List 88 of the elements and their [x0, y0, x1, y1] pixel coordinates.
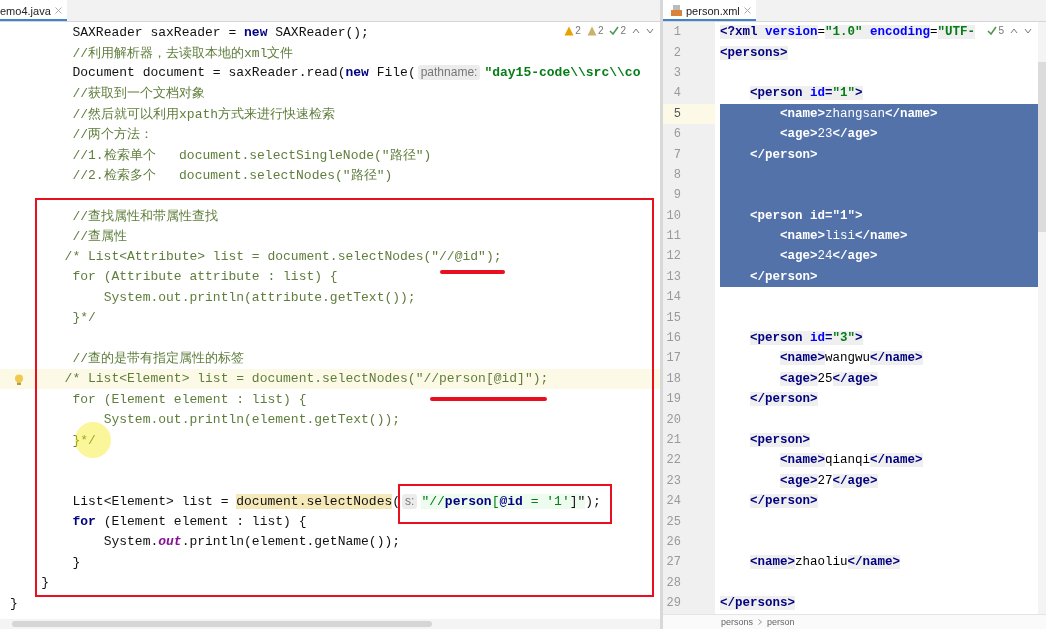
- line-number: 29: [665, 595, 682, 613]
- line-number: 19: [665, 391, 682, 409]
- line-number: 9: [672, 187, 682, 205]
- code-line: //然后就可以利用xpath方式来进行快速检索: [72, 105, 336, 123]
- line-number: 6: [672, 126, 682, 144]
- code-line: //查找属性和带属性查找: [72, 207, 219, 225]
- xml-file-icon: [671, 5, 682, 16]
- code-line: //查的是带有指定属性的标签: [72, 350, 245, 368]
- line-number: 25: [665, 513, 682, 531]
- line-number: 12: [665, 248, 682, 266]
- check-icon: [609, 25, 620, 36]
- code-line: <age>27</age>: [780, 473, 878, 488]
- inspection-count[interactable]: 2: [597, 25, 604, 36]
- line-number: 3: [672, 64, 682, 82]
- code-line: //利用解析器，去读取本地的xml文件: [72, 44, 294, 62]
- code-line: <name>zhaoliu</name>: [750, 555, 901, 570]
- code-line: <name>wangwu</name>: [780, 351, 923, 366]
- code-line: System.out.println(element.getText());: [103, 412, 401, 428]
- inspection-count[interactable]: 5: [998, 25, 1004, 36]
- code-line: }: [41, 575, 50, 591]
- code-line: Document document = saxReader.read(new File( pathname: "day15-code\\src\\co: [72, 65, 641, 81]
- code-line: <name>lisi</name>: [780, 229, 908, 244]
- line-number: 14: [665, 289, 682, 307]
- line-number: 17: [665, 350, 682, 368]
- line-number: 4: [672, 85, 682, 103]
- code-line: }: [10, 595, 18, 611]
- line-number: 15: [665, 309, 682, 327]
- line-number: 20: [665, 411, 682, 429]
- line-number: 5: [663, 103, 715, 124]
- close-icon[interactable]: [743, 7, 751, 14]
- underline-mark: [440, 270, 505, 274]
- inspection-count[interactable]: 2: [575, 25, 581, 36]
- line-number: 27: [665, 554, 682, 572]
- code-line: //查属性: [72, 228, 128, 246]
- warning-icon: [564, 25, 575, 36]
- code-line: <age>24</age>: [780, 249, 878, 264]
- scrollbar-thumb[interactable]: [12, 621, 432, 627]
- code-line: System.out.println(element.getName());: [103, 534, 401, 550]
- code-line: /* List<Element> list = document.selectNodes("//person[@id]");: [64, 371, 549, 387]
- code-line: }: [72, 554, 81, 570]
- line-number: 22: [665, 452, 682, 470]
- inspection-count[interactable]: 2: [620, 25, 626, 36]
- code-line: SAXReader saxReader = new SAXReader();: [72, 24, 369, 40]
- line-number: 16: [665, 330, 682, 348]
- line-number: 28: [665, 574, 682, 592]
- close-icon[interactable]: [54, 7, 62, 14]
- code-line: <person id="1">: [750, 208, 863, 223]
- code-line: /* List<Attribute> list = document.selectNodes("//@id");: [64, 249, 502, 264]
- line-number: 1: [672, 24, 682, 42]
- code-line: <person id="1">: [750, 86, 863, 101]
- check-icon: [987, 25, 998, 36]
- code-line: </person>: [750, 269, 818, 284]
- warning-icon: [586, 25, 597, 36]
- code-line: for (Element element : list) {: [72, 391, 307, 407]
- code-line: <age>23</age>: [780, 127, 878, 142]
- code-line: <person id="3">: [750, 331, 863, 346]
- code-line: System.out.println(attribute.getText());: [103, 289, 416, 305]
- code-line: <?xml version="1.0" encoding="UTF-: [720, 25, 976, 40]
- code-line: </person>: [750, 147, 818, 162]
- breadcrumb[interactable]: persons: [721, 617, 754, 627]
- line-number: 23: [665, 472, 682, 490]
- code-line: //两个方法：: [72, 126, 154, 144]
- code-line: for (Element element : list) {: [72, 514, 307, 530]
- line-number: 18: [665, 370, 682, 388]
- code-line: //获取到一个文档对象: [72, 85, 206, 103]
- line-number: 7: [672, 146, 682, 164]
- code-line: }*/: [72, 310, 96, 326]
- code-line: <age>25</age>: [780, 371, 878, 386]
- line-number: 24: [665, 493, 682, 511]
- chevron-icon: [758, 619, 763, 625]
- code-line: //2.检索多个 document.selectNodes("路径"): [72, 166, 393, 184]
- code-line: <name>zhangsan</name>: [780, 106, 938, 121]
- lightbulb-icon[interactable]: [14, 374, 24, 386]
- line-number: 26: [665, 533, 682, 551]
- code-line: //1.检索单个 document.selectSingleNode("路径"): [72, 146, 432, 164]
- line-number: 8: [672, 166, 682, 184]
- line-number: 13: [665, 268, 682, 286]
- breadcrumb[interactable]: person: [767, 617, 795, 627]
- line-number: 11: [665, 228, 682, 246]
- scrollbar-thumb[interactable]: [1038, 62, 1046, 232]
- code-line: <name>qianqi</name>: [780, 453, 923, 468]
- line-number: 2: [672, 44, 682, 62]
- code-line: for (Attribute attribute : list) {: [72, 269, 338, 285]
- line-number: 21: [665, 432, 682, 449]
- editor-tab[interactable]: emo4.java: [0, 0, 67, 21]
- code-line: List<Element> list = document.selectNodes( s: "//person[@id = '1']");: [72, 493, 601, 509]
- editor-tab[interactable]: person.xml: [663, 0, 756, 21]
- line-number: 10: [665, 207, 682, 225]
